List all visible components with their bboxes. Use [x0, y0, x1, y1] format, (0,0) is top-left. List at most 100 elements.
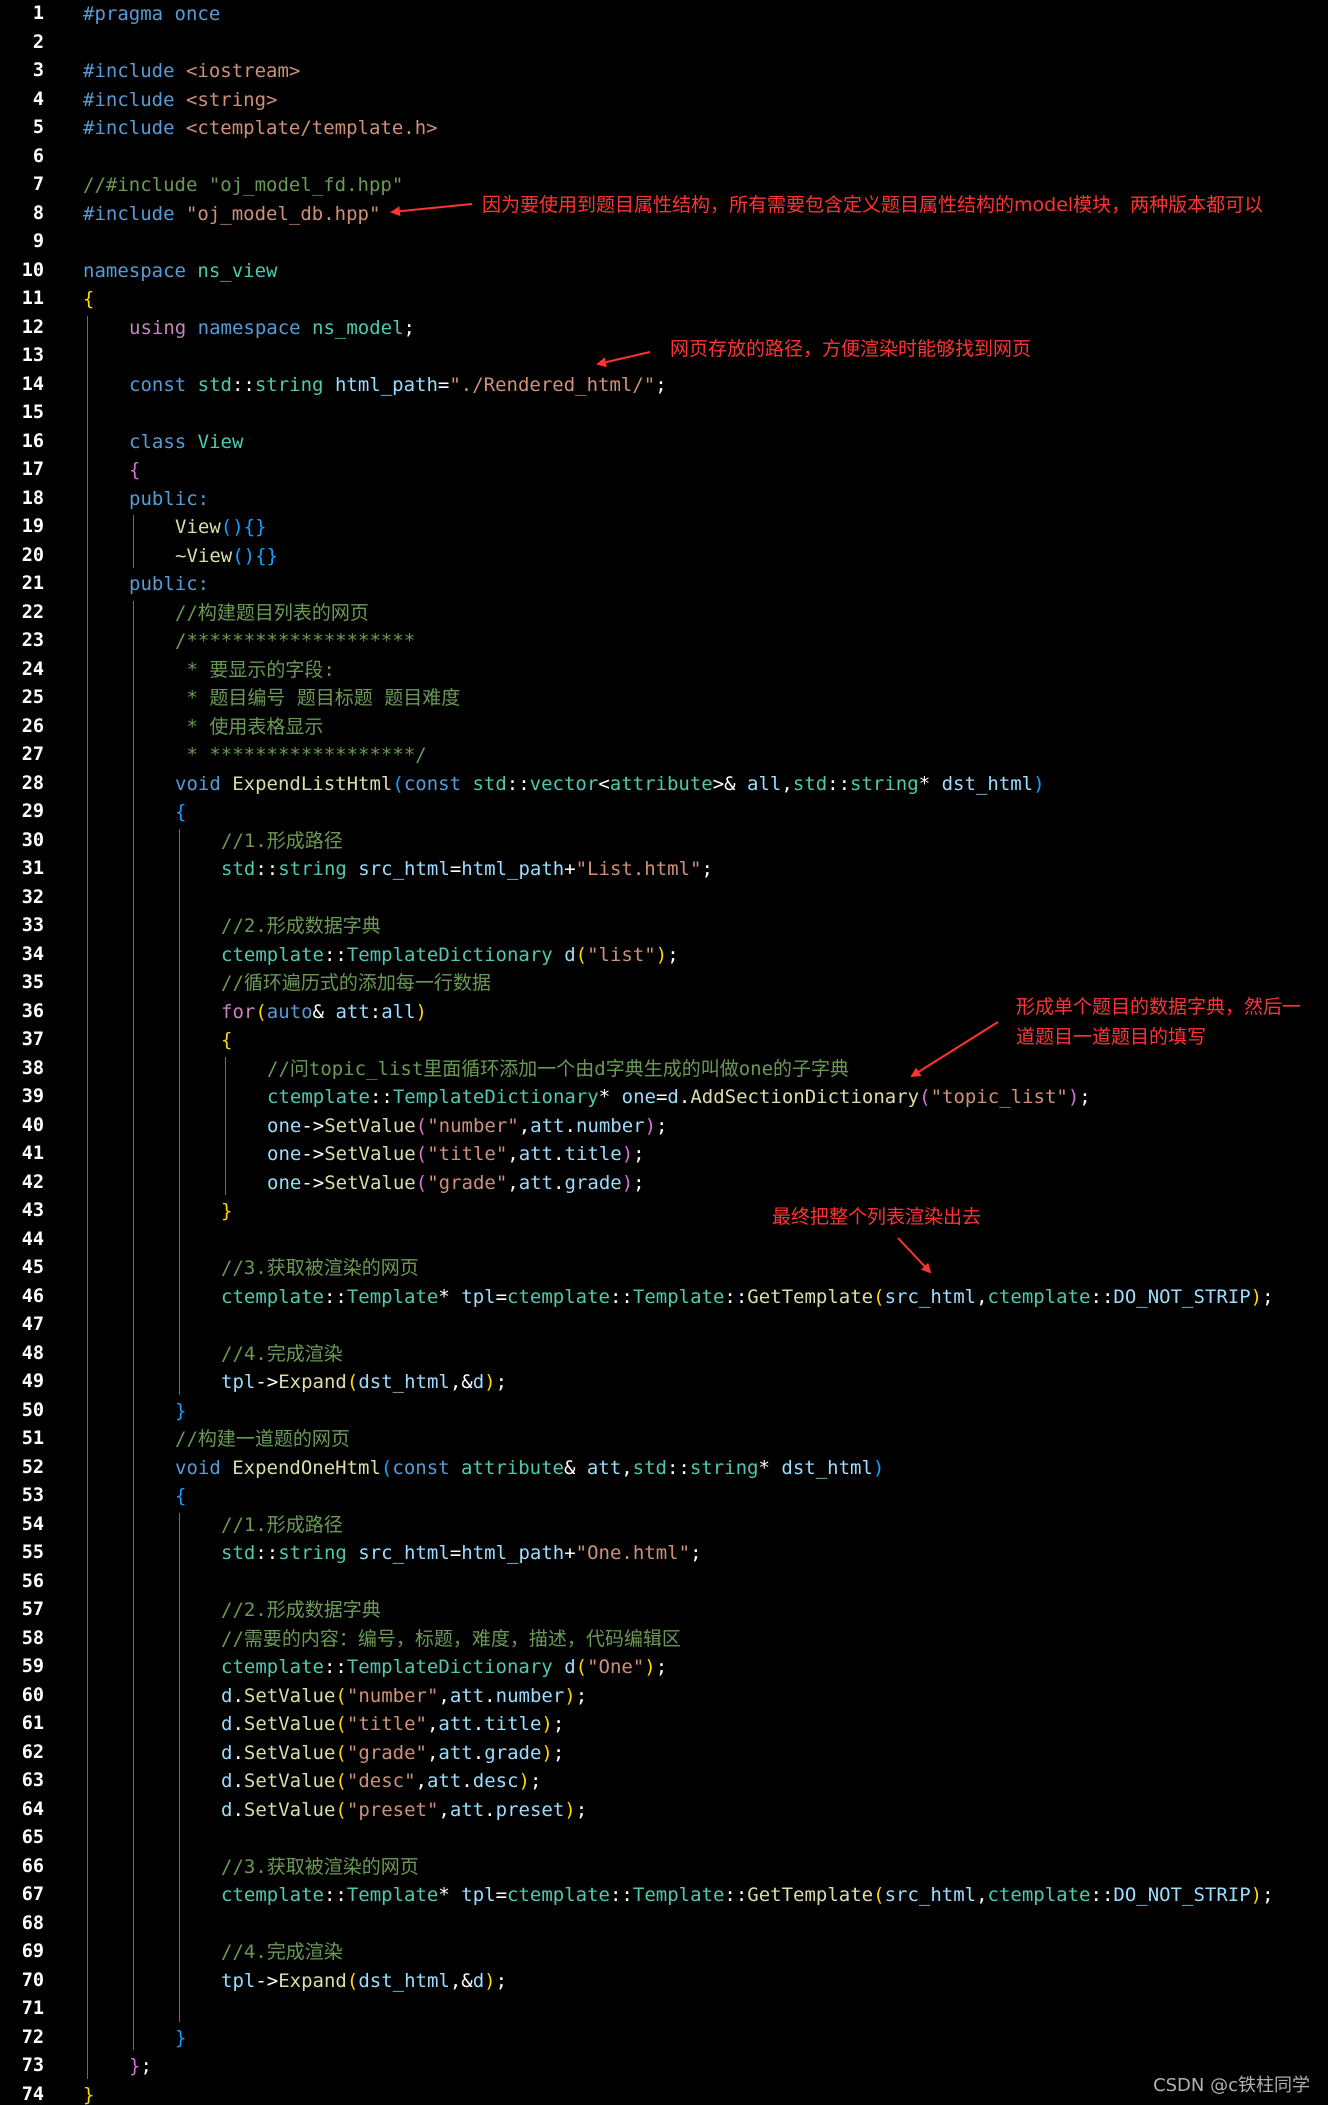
line-number: 41	[21, 1143, 44, 1164]
code-token: attribute	[461, 1456, 564, 1479]
code-text: View(){}	[175, 513, 267, 542]
code-line: 13	[0, 342, 1328, 371]
code-token: string	[278, 858, 359, 880]
code-token: /********************	[175, 630, 416, 652]
code-token: att	[438, 1741, 473, 1764]
line-number: 60	[21, 1684, 44, 1706]
code-line: 16 class View	[0, 428, 1328, 457]
indent-guide	[179, 1512, 180, 2022]
code-token: Template	[346, 1884, 439, 1906]
code-token: ;	[495, 1371, 508, 1393]
line-number: 54	[21, 1513, 44, 1535]
code-line: 1 #pragma once	[0, 0, 1328, 29]
annotation-model-include: 因为要使用到题目属性结构，所有需要包含定义题目属性结构的model模块，两种版本…	[482, 194, 1264, 216]
code-token: //构建题目列表的网页	[175, 601, 369, 624]
code-token: }	[175, 2026, 187, 2049]
code-line: 38 //问topic_list里面循环添加一个由d字典生成的叫做one的子字典	[0, 1055, 1328, 1084]
code-text: * ******************/	[175, 741, 426, 770]
code-token: ctemplate	[507, 1884, 610, 1906]
line-number: 46	[21, 1285, 44, 1307]
code-token: //4.完成渲染	[221, 1941, 343, 1963]
code-text: ctemplate::TemplateDictionary* one=d.Add…	[267, 1083, 1091, 1112]
code-token: +	[564, 1542, 576, 1564]
code-token: .	[232, 1713, 244, 1735]
code-text: };	[129, 2052, 152, 2081]
code-token: "grade"	[427, 1171, 508, 1194]
code-line: 59 ctemplate::TemplateDictionary d("One")…	[0, 1653, 1328, 1682]
code-line: 66 //3.获取被渲染的网页	[0, 1853, 1328, 1882]
code-line: 72}	[0, 2024, 1328, 2053]
line-number: 15	[21, 402, 44, 423]
code-token: one	[621, 1086, 656, 1108]
line-number: 9	[32, 231, 44, 252]
code-line: 42 one->SetValue("grade",att.grade);	[0, 1169, 1328, 1198]
code-token: title	[564, 1143, 622, 1165]
line-number: 29	[21, 801, 44, 822]
code-token: att	[530, 1114, 565, 1137]
line-number: 73	[21, 2055, 44, 2076]
code-line: 43}	[0, 1197, 1328, 1226]
code-token: )	[1250, 1285, 1263, 1308]
code-line: 51 //构建一道题的网页	[0, 1425, 1328, 1454]
code-token: d	[667, 1086, 679, 1108]
code-token: "List.html"	[575, 858, 702, 880]
code-token: "grade"	[346, 1741, 427, 1764]
code-line: 44	[0, 1226, 1328, 1255]
code-token: ,	[415, 1770, 427, 1792]
code-token: TemplateDictionary	[392, 1086, 599, 1108]
line-number: 10	[21, 259, 44, 281]
code-token: :	[369, 1000, 382, 1023]
code-token: SetValue	[324, 1171, 416, 1194]
code-token: "title"	[346, 1713, 427, 1735]
code-token: *	[598, 1086, 622, 1108]
line-number: 11	[21, 288, 44, 309]
line-number: 74	[21, 2083, 44, 2105]
code-token: }	[83, 2083, 95, 2105]
code-text: ctemplate::Template* tpl=ctemplate::Temp…	[221, 1283, 1274, 1312]
code-token: string	[689, 1456, 759, 1479]
line-number: 45	[21, 1257, 44, 1278]
line-number: 18	[21, 487, 44, 509]
code-token: {	[129, 459, 141, 481]
code-token: SetValue	[243, 1741, 336, 1764]
line-number: 24	[21, 658, 44, 680]
code-text: public:	[129, 570, 209, 599]
code-token: {	[221, 1029, 233, 1051]
code-token: #include	[83, 117, 186, 139]
code-token: {}	[255, 544, 278, 567]
line-number: 35	[21, 972, 44, 993]
code-token: att	[449, 1684, 485, 1707]
line-number: 31	[21, 858, 44, 879]
code-token: <	[598, 772, 610, 795]
code-token: ,&	[449, 1371, 473, 1393]
code-token: &	[312, 1000, 336, 1023]
code-token: ~View	[175, 544, 233, 567]
code-token: =	[449, 1542, 462, 1564]
code-token: d	[472, 1371, 485, 1393]
code-token: ::	[323, 943, 347, 966]
indent-guide	[133, 515, 134, 568]
code-token: View	[175, 516, 221, 538]
code-text: {	[175, 798, 186, 827]
line-number: 37	[21, 1029, 44, 1050]
code-editor[interactable]: 1 #pragma once 2 3 #include <iostream> 4 #incl…	[0, 0, 1328, 2105]
code-token: )	[644, 1656, 656, 1678]
code-token: ctemplate	[987, 1285, 1091, 1308]
code-token: *	[438, 1884, 462, 1906]
code-text: {	[175, 1482, 186, 1511]
code-token: ->	[301, 1114, 325, 1137]
code-token: string	[278, 1542, 359, 1564]
code-token: SetValue	[243, 1798, 336, 1821]
code-line: 20 ~View(){}	[0, 542, 1328, 571]
line-number: 28	[21, 772, 44, 794]
code-token: .	[678, 1086, 691, 1108]
code-line: 3 #include <iostream>	[0, 57, 1328, 86]
code-token: ctemplate	[987, 1884, 1091, 1906]
code-line: 57 //2.形成数据字典	[0, 1596, 1328, 1625]
code-line: 74}	[0, 2081, 1328, 2105]
code-text: {	[129, 456, 140, 485]
code-line: 65	[0, 1824, 1328, 1853]
line-number: 36	[21, 1000, 44, 1022]
code-token: ::	[506, 772, 530, 795]
line-number: 2	[32, 31, 44, 53]
